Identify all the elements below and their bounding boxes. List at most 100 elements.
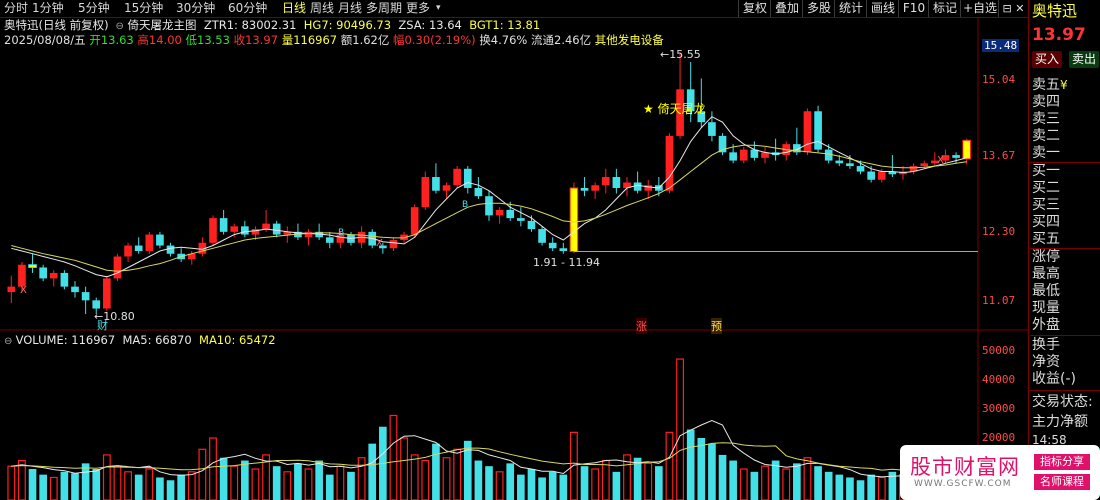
candle[interactable] — [644, 179, 653, 199]
candle[interactable] — [325, 231, 334, 249]
candle-body — [920, 163, 929, 167]
candle[interactable] — [39, 264, 47, 282]
price-axis-label: 15.04 — [982, 73, 1016, 86]
candle[interactable] — [909, 163, 918, 175]
candle-body — [81, 292, 90, 301]
candle[interactable] — [676, 53, 684, 139]
candle[interactable] — [569, 182, 579, 254]
candle[interactable] — [272, 220, 281, 238]
volume-bar — [347, 471, 355, 500]
candle[interactable] — [517, 207, 525, 227]
candle[interactable] — [453, 166, 461, 188]
candle-body — [7, 286, 16, 293]
outer-volume-row: 外盘 — [1032, 317, 1060, 333]
candle[interactable] — [198, 237, 207, 257]
candle[interactable] — [761, 146, 769, 164]
candle[interactable] — [474, 177, 483, 199]
candle[interactable] — [633, 171, 642, 194]
candle[interactable] — [580, 177, 589, 197]
candle[interactable] — [166, 242, 175, 257]
candle-body — [156, 234, 164, 246]
price-axis-label: 13.67 — [982, 149, 1016, 162]
candle[interactable] — [463, 166, 472, 194]
candle[interactable] — [410, 204, 419, 238]
candle[interactable] — [262, 209, 270, 232]
candle[interactable] — [209, 215, 217, 246]
candle[interactable] — [601, 168, 610, 194]
sell2-row: 卖二 — [1032, 128, 1060, 144]
candle[interactable] — [485, 190, 493, 221]
candle[interactable] — [389, 237, 398, 252]
candle[interactable] — [60, 270, 69, 290]
candle-body — [39, 267, 47, 279]
candle[interactable] — [814, 105, 822, 153]
candle-body — [113, 256, 122, 279]
candle[interactable] — [145, 231, 154, 254]
volume-toggle-icon[interactable]: ⊖ — [4, 336, 16, 347]
candle-body — [962, 139, 972, 160]
candle[interactable] — [846, 155, 854, 169]
candle[interactable] — [113, 253, 122, 282]
candle[interactable] — [495, 207, 504, 224]
candle-body — [262, 223, 270, 230]
volume-header: ⊖ VOLUME: 116967 MA5: 66870 MA10: 65472 — [4, 332, 276, 348]
volume-bar — [877, 476, 886, 500]
candle-body — [495, 209, 504, 216]
trading-status-row: 交易状态: — [1032, 394, 1093, 410]
candle[interactable] — [771, 138, 780, 161]
candle[interactable] — [708, 111, 716, 142]
candle[interactable] — [315, 223, 323, 241]
candle[interactable] — [49, 270, 58, 287]
volume-bar — [517, 474, 525, 500]
candle[interactable] — [612, 168, 621, 194]
candle-body — [803, 111, 812, 153]
buy-signal-mark: B — [338, 228, 345, 238]
candle[interactable] — [623, 177, 631, 197]
buy3-row: 买三 — [1032, 197, 1060, 213]
candle[interactable] — [294, 223, 302, 241]
range-annotation: 1.91 - 11.94 — [533, 256, 600, 269]
candle[interactable] — [962, 138, 972, 165]
candle[interactable] — [71, 281, 79, 298]
watermark-logo: 股市财富网 WWW.GSCFW.COM 指标分享 名师课程 — [900, 445, 1100, 500]
quote-panel: 奥特迅 13.97 买入 卖出 卖五¥ 卖四 卖三 卖二 卖一 买一 买二 买三… — [1028, 0, 1100, 500]
forecast-marker[interactable]: 预 — [711, 318, 722, 334]
candle[interactable] — [739, 146, 748, 164]
candle-body — [729, 152, 737, 161]
candle[interactable] — [750, 141, 759, 161]
candle[interactable] — [888, 155, 897, 178]
candle[interactable] — [7, 275, 16, 304]
volume-bar — [315, 460, 323, 500]
candle[interactable] — [124, 242, 132, 262]
candle[interactable] — [304, 229, 313, 246]
candle[interactable] — [538, 226, 546, 246]
candle[interactable] — [28, 253, 37, 273]
volume-bar — [124, 471, 132, 500]
candle[interactable] — [591, 182, 599, 199]
candle[interactable] — [548, 237, 557, 252]
kline-chart[interactable] — [0, 0, 1028, 500]
candle[interactable] — [782, 141, 791, 161]
volume-axis-label: 20000 — [982, 431, 1016, 444]
candle[interactable] — [432, 163, 440, 194]
candle[interactable] — [103, 275, 111, 312]
buy-button[interactable]: 买入 — [1032, 51, 1062, 68]
candle[interactable] — [421, 171, 430, 210]
candle[interactable] — [219, 209, 228, 235]
candle[interactable] — [156, 231, 164, 249]
candle[interactable] — [134, 237, 143, 254]
candle[interactable] — [177, 248, 185, 262]
limit-up-marker[interactable]: 涨 — [636, 318, 647, 334]
candle-body — [527, 220, 536, 230]
sell-button[interactable]: 卖出 — [1069, 51, 1099, 68]
candle[interactable] — [718, 133, 727, 156]
candle[interactable] — [803, 108, 812, 156]
financial-marker[interactable]: 财 — [97, 317, 108, 333]
candle[interactable] — [559, 242, 568, 254]
candle-body — [580, 187, 589, 191]
candle[interactable] — [241, 220, 249, 238]
volume-bar — [485, 466, 493, 500]
candle[interactable] — [665, 133, 674, 194]
candle[interactable] — [230, 223, 239, 238]
candle[interactable] — [81, 286, 90, 315]
